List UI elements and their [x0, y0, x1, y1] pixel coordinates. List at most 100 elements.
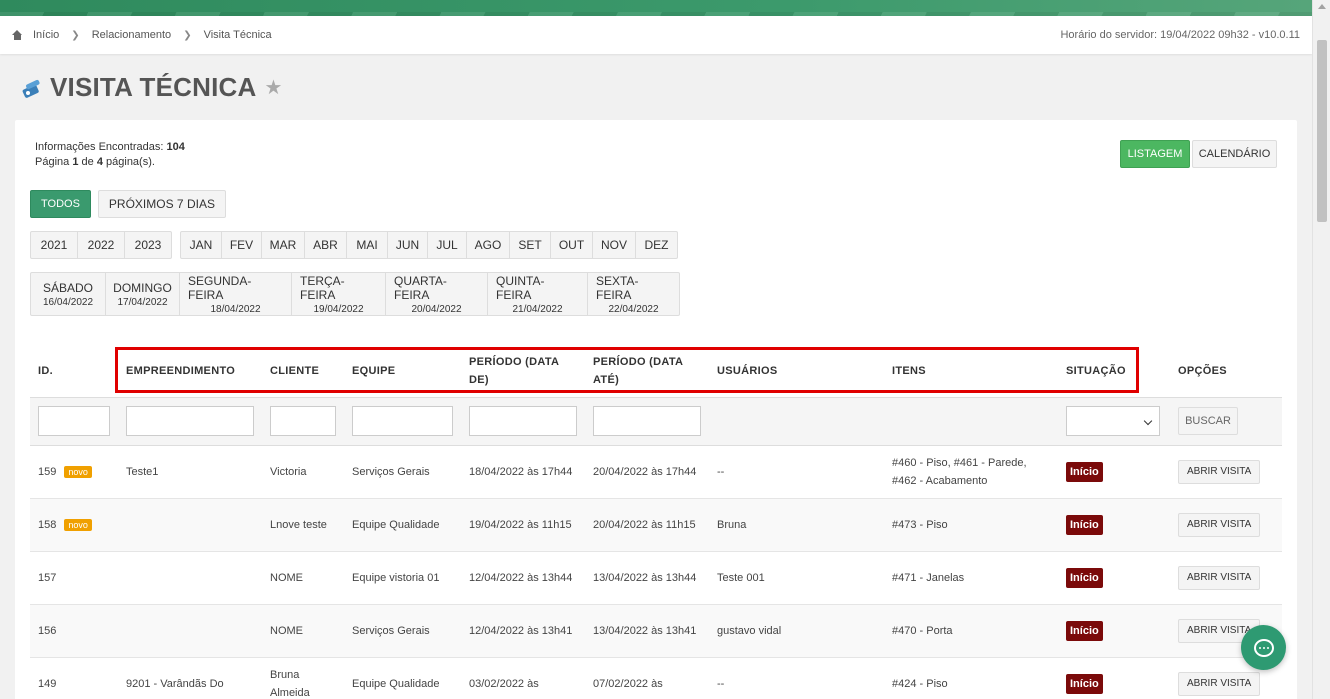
- main-panel: Informações Encontradas: 104 Página 1 de…: [15, 120, 1297, 699]
- year-button[interactable]: 2022: [78, 232, 125, 258]
- cell-id: 149: [30, 657, 118, 699]
- month-button[interactable]: ABR: [305, 232, 347, 258]
- cell-itens: #424 - Piso: [884, 657, 1058, 699]
- table-row: 149 9201 - Varândãs Do Bruna Almeida Equipe…: [30, 657, 1282, 699]
- cell-id: 157: [30, 551, 118, 605]
- equipe-filter-input[interactable]: [352, 406, 453, 436]
- empreendimento-filter-input[interactable]: [126, 406, 254, 436]
- scrollbar-thumb[interactable]: [1317, 40, 1327, 222]
- calendar-view-button[interactable]: CALENDÁRIO: [1192, 140, 1277, 168]
- cell-situacao: Início: [1058, 604, 1170, 658]
- month-button[interactable]: DEZ: [636, 232, 677, 258]
- column-header-itens[interactable]: ITENS: [884, 345, 1058, 397]
- periodo-ate-filter-input[interactable]: [593, 406, 701, 436]
- column-header-empreendimento[interactable]: EMPREENDIMENTO: [118, 345, 262, 397]
- all-filter-button[interactable]: TODOS: [30, 190, 91, 218]
- cell-periodo-ate-text: 07/02/2022 às: [593, 677, 663, 690]
- cell-cliente-text: NOME: [270, 624, 303, 637]
- column-header-id[interactable]: ID.: [30, 345, 118, 397]
- year-button[interactable]: 2021: [31, 232, 78, 258]
- cell-periodo-de: 03/02/2022 às: [461, 657, 585, 699]
- month-button[interactable]: NOV: [593, 232, 636, 258]
- weekday-button[interactable]: DOMINGO 17/04/2022: [106, 273, 180, 315]
- cell-periodo-ate-text: 13/04/2022 às 13h44: [593, 571, 697, 584]
- page-header: VISITA TÉCNICA ★: [20, 72, 282, 103]
- month-button[interactable]: AGO: [467, 232, 510, 258]
- weekday-filter-group: SÁBADO 16/04/2022 DOMINGO 17/04/2022 SEG…: [30, 272, 680, 316]
- next-7-days-button[interactable]: PRÓXIMOS 7 DIAS: [97, 190, 226, 218]
- weekday-date: 21/04/2022: [512, 303, 563, 315]
- cell-cliente-text: Lnove teste: [270, 518, 327, 531]
- scroll-up-icon[interactable]: [1318, 4, 1326, 9]
- weekday-name: SEGUNDA-FEIRA: [188, 273, 252, 302]
- month-button[interactable]: JAN: [181, 232, 222, 258]
- page-label: Página: [35, 156, 70, 168]
- cell-cliente: Victoria: [262, 445, 344, 499]
- weekday-name: SEXTA-FEIRA: [596, 273, 639, 302]
- column-header-periodo-de[interactable]: PERÍODO (DATA DE): [461, 345, 585, 397]
- weekday-button[interactable]: SÁBADO 16/04/2022: [31, 273, 106, 315]
- cell-equipe-text: Equipe vistoria 01: [352, 571, 440, 584]
- cell-periodo-ate: 07/02/2022 às: [585, 657, 709, 699]
- weekday-button[interactable]: QUINTA-FEIRA 21/04/2022: [488, 273, 588, 315]
- cell-periodo-ate: 20/04/2022 às 11h15: [585, 498, 709, 552]
- cell-periodo-ate-text: 20/04/2022 às 11h15: [593, 518, 696, 531]
- situacao-filter-select[interactable]: [1066, 406, 1160, 436]
- found-count: 104: [166, 141, 185, 153]
- cell-periodo-de-text: 12/04/2022 às 13h44: [469, 571, 573, 584]
- cell-opcoes: ABRIR VISITA: [1170, 498, 1282, 552]
- cell-id: 156: [30, 604, 118, 658]
- cell-periodo-de-text: 03/02/2022 às: [469, 677, 539, 690]
- month-button[interactable]: JUL: [428, 232, 467, 258]
- month-button[interactable]: OUT: [551, 232, 593, 258]
- page-current: 1: [72, 156, 79, 168]
- column-header-periodo-ate[interactable]: PERÍODO (DATA ATÉ): [585, 345, 709, 397]
- open-visit-button[interactable]: ABRIR VISITA: [1178, 671, 1261, 696]
- cell-usuarios: --: [709, 445, 884, 499]
- vertical-scrollbar[interactable]: [1312, 0, 1330, 699]
- cell-cliente: Lnove teste: [262, 498, 344, 552]
- cell-itens-text: #473 - Piso: [892, 518, 948, 531]
- cell-itens: #473 - Piso: [884, 498, 1058, 552]
- month-button[interactable]: MAI: [347, 232, 388, 258]
- search-button[interactable]: BUSCAR: [1178, 407, 1238, 435]
- column-header-situacao[interactable]: SITUAÇÃO: [1058, 345, 1170, 397]
- weekday-button[interactable]: TERÇA-FEIRA 19/04/2022: [292, 273, 386, 315]
- column-header-equipe[interactable]: EQUIPE: [344, 345, 461, 397]
- cell-id: 158 novo: [30, 498, 118, 552]
- weekday-name: DOMINGO: [113, 280, 172, 295]
- weekday-button[interactable]: QUARTA-FEIRA 20/04/2022: [386, 273, 488, 315]
- weekday-button[interactable]: SEGUNDA-FEIRA 18/04/2022: [180, 273, 292, 315]
- open-visit-button[interactable]: ABRIR VISITA: [1178, 512, 1261, 537]
- row-id: 157: [38, 571, 57, 584]
- page-of-label: de: [81, 156, 94, 168]
- month-button[interactable]: JUN: [388, 232, 428, 258]
- cell-cliente: Bruna Almeida: [262, 657, 344, 699]
- month-button[interactable]: SET: [510, 232, 551, 258]
- month-button[interactable]: MAR: [262, 232, 305, 258]
- row-id: 158: [38, 518, 57, 531]
- month-button[interactable]: FEV: [222, 232, 262, 258]
- column-header-usuarios[interactable]: USUÁRIOS: [709, 345, 884, 397]
- status-badge: Início: [1066, 514, 1103, 535]
- breadcrumb-item-inicio[interactable]: Início: [33, 29, 59, 41]
- open-visit-button[interactable]: ABRIR VISITA: [1178, 565, 1261, 590]
- column-header-cliente[interactable]: CLIENTE: [262, 345, 344, 397]
- chat-button[interactable]: [1241, 625, 1286, 670]
- id-filter-input[interactable]: [38, 406, 110, 436]
- weekday-button[interactable]: SEXTA-FEIRA 22/04/2022: [588, 273, 679, 315]
- cell-empreendimento: [118, 551, 262, 605]
- star-icon[interactable]: ★: [264, 75, 282, 100]
- cell-usuarios: gustavo vidal: [709, 604, 884, 658]
- status-badge: Início: [1066, 673, 1103, 694]
- table-row: 159 novo Teste1 Victoria Serviços Gerais 18/0…: [30, 445, 1282, 499]
- chevron-right-icon: ❯: [71, 29, 80, 41]
- open-visit-button[interactable]: ABRIR VISITA: [1178, 459, 1261, 484]
- cell-id: 159 novo: [30, 445, 118, 499]
- year-button[interactable]: 2023: [125, 232, 171, 258]
- periodo-de-filter-input[interactable]: [469, 406, 577, 436]
- breadcrumb-item-relacionamento[interactable]: Relacionamento: [92, 29, 172, 41]
- weekday-date: 19/04/2022: [313, 303, 364, 315]
- list-view-button[interactable]: LISTAGEM: [1120, 140, 1190, 168]
- cliente-filter-input[interactable]: [270, 406, 336, 436]
